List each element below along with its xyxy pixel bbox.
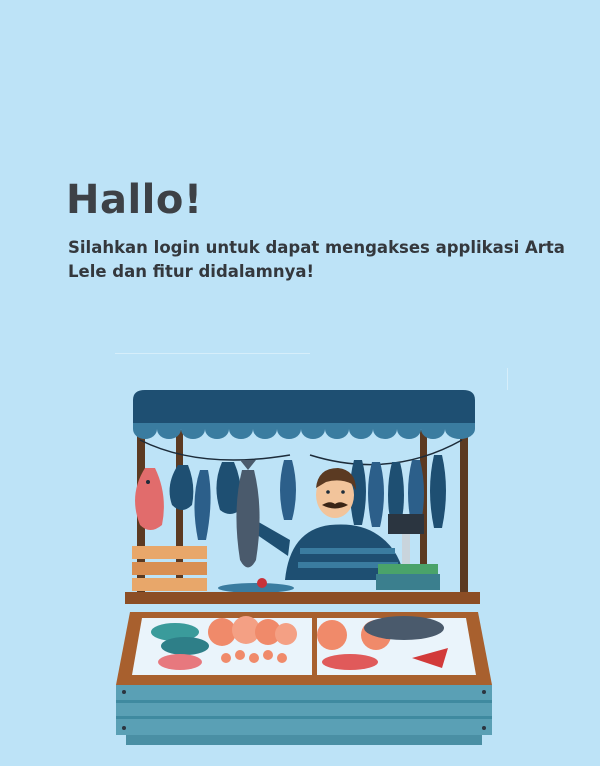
held-fish bbox=[236, 470, 260, 568]
greeting-message: Silahkan login untuk dapat mengakses app… bbox=[68, 238, 565, 281]
fish-market-stall-illustration bbox=[116, 390, 492, 745]
right-pole bbox=[460, 430, 468, 600]
awning bbox=[133, 390, 475, 423]
counter-base bbox=[116, 685, 492, 735]
greeting-title: Hallo! bbox=[66, 177, 203, 223]
hanging-fish-left bbox=[135, 462, 242, 540]
small-tray bbox=[218, 583, 294, 593]
counter-top bbox=[125, 592, 480, 604]
hanging-string-left bbox=[139, 439, 291, 461]
crate bbox=[132, 546, 207, 591]
